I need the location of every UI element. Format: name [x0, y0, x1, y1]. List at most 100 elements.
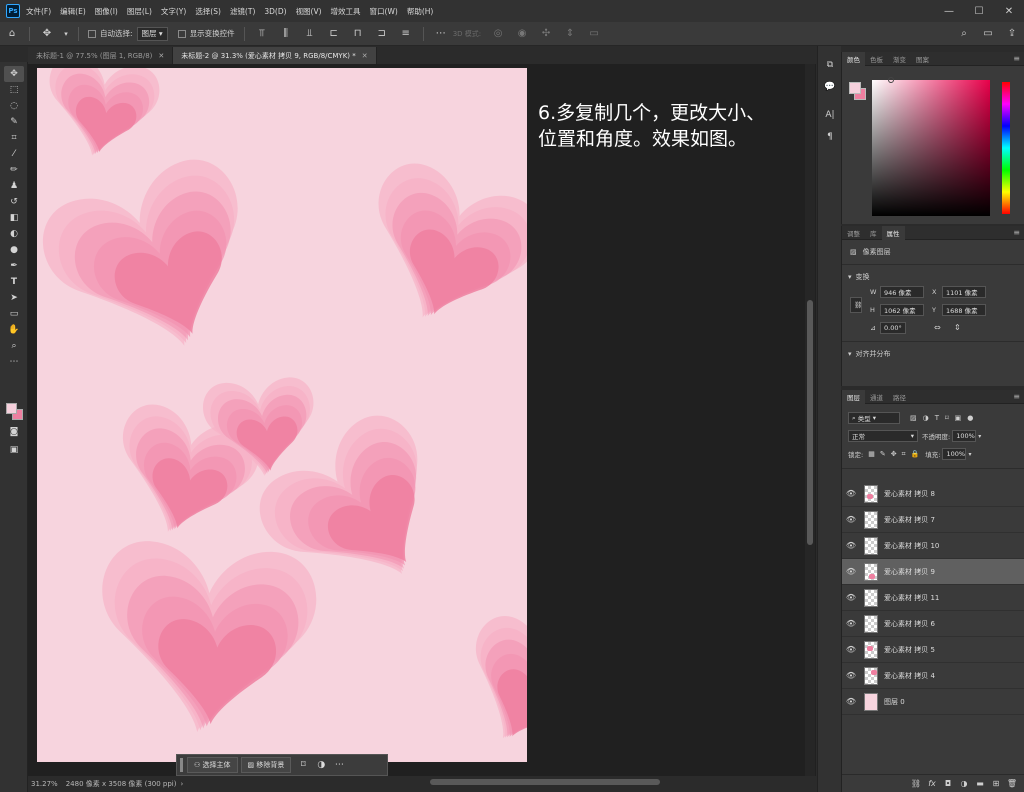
zoom-tool-icon[interactable]: ⌕ [4, 338, 24, 354]
color-picker-cursor[interactable] [888, 77, 894, 83]
camera-3d-icon[interactable]: ▭ [585, 25, 603, 43]
eraser-tool-icon[interactable]: ◧ [4, 210, 24, 226]
eye-icon[interactable]: 👁 [842, 515, 860, 524]
eye-icon[interactable]: 👁 [842, 619, 860, 628]
more-icon[interactable]: ⋯ [330, 760, 348, 770]
dodge-tool-icon[interactable]: ● [4, 242, 24, 258]
path-select-tool-icon[interactable]: ➤ [4, 290, 24, 306]
brush-tool-icon[interactable]: ✏ [4, 162, 24, 178]
orbit-3d-icon[interactable]: ◎ [489, 25, 507, 43]
transform-section[interactable]: ▾ 变换 [842, 269, 1024, 285]
color-picker-field[interactable] [872, 77, 990, 216]
chevron-down-icon[interactable]: ▾ [968, 451, 971, 458]
share-icon[interactable]: ⇪ [1003, 25, 1021, 43]
menu-help[interactable]: 帮助(H) [407, 6, 434, 17]
tab-paths[interactable]: 路径 [888, 390, 911, 404]
zoom-level[interactable]: 31.27% [31, 780, 58, 788]
align-center-icon[interactable]: ⊓ [349, 25, 367, 43]
character-icon[interactable]: A| [822, 110, 838, 126]
layer-row[interactable]: 👁 爱心素材 拷贝 7 [842, 507, 1024, 533]
tab-color[interactable]: 颜色 [842, 51, 865, 66]
trash-icon[interactable]: 🗑 [1005, 779, 1019, 788]
type-tool-icon[interactable]: T [4, 274, 24, 290]
hue-slider[interactable] [1002, 82, 1010, 214]
x-field[interactable]: 1101 像素 [942, 286, 986, 298]
menu-filter[interactable]: 滤镜(T) [230, 6, 255, 17]
more-tools-icon[interactable]: ⋯ [4, 354, 24, 370]
lock-artboard-icon[interactable]: ⌗ [902, 450, 906, 459]
layer-filter-dropdown[interactable]: ⌕ 类型 ▾ [848, 412, 900, 424]
close-icon[interactable]: ✕ [362, 52, 368, 60]
tab-gradients[interactable]: 渐变 [888, 52, 911, 66]
status-arrow-icon[interactable]: › [180, 780, 183, 788]
shape-tool-icon[interactable]: ▭ [4, 306, 24, 322]
quick-select-tool-icon[interactable]: ✎ [4, 114, 24, 130]
chevron-down-icon[interactable]: ▾ [978, 433, 981, 440]
tab-swatches[interactable]: 色板 [865, 52, 888, 66]
menu-3d[interactable]: 3D(D) [264, 7, 286, 16]
flip-vertical-icon[interactable]: ⇕ [954, 323, 961, 332]
filter-shape-icon[interactable]: ⌑ [945, 414, 949, 422]
menu-view[interactable]: 视图(V) [296, 6, 322, 17]
eye-icon[interactable]: 👁 [842, 567, 860, 576]
roll-3d-icon[interactable]: ◉ [513, 25, 531, 43]
adjustment-icon[interactable]: ◑ [312, 760, 330, 770]
angle-field[interactable]: 0.00° [880, 322, 906, 334]
workspace-icon[interactable]: ▭ [979, 25, 997, 43]
panel-menu-icon[interactable]: ≡ [1013, 392, 1020, 401]
menu-image[interactable]: 图像(I) [95, 6, 118, 17]
paragraph-icon[interactable]: ¶ [822, 132, 838, 148]
layer-row[interactable]: 👁 爱心素材 拷贝 4 [842, 663, 1024, 689]
layer-row[interactable]: 👁 爱心素材 拷贝 11 [842, 585, 1024, 611]
transform-icon[interactable]: ⌑ [294, 760, 312, 770]
stamp-tool-icon[interactable]: ♟ [4, 178, 24, 194]
width-field[interactable]: 946 像素 [880, 286, 924, 298]
fill-field[interactable]: 100% [942, 448, 967, 460]
marquee-tool-icon[interactable]: ⬚ [4, 82, 24, 98]
link-layers-icon[interactable]: ⛓ [909, 779, 923, 788]
tab-document-2[interactable]: 未标题-2 @ 31.3% (爱心素材 拷贝 9, RGB/8/CMYK) * … [173, 47, 377, 64]
layer-row[interactable]: 👁 爱心素材 拷贝 10 [842, 533, 1024, 559]
filter-type-icon[interactable]: T [935, 414, 939, 422]
layer-row[interactable]: 👁 图层 0 [842, 689, 1024, 715]
screen-mode-icon[interactable]: ▣ [4, 442, 24, 458]
move-tool-icon[interactable]: ✥ [38, 25, 56, 43]
tab-document-1[interactable]: 未标题-1 @ 77.5% (图层 1, RGB/8) ✕ [28, 47, 174, 64]
show-transform-checkbox[interactable] [177, 29, 186, 38]
crop-tool-icon[interactable]: ⌗ [4, 130, 24, 146]
auto-select-dropdown[interactable]: 图层 ▾ [136, 26, 168, 41]
gradient-tool-icon[interactable]: ◐ [4, 226, 24, 242]
pan-3d-icon[interactable]: ✣ [537, 25, 555, 43]
move-tool-icon[interactable]: ✥ [4, 66, 24, 82]
home-icon[interactable]: ⌂ [3, 25, 21, 43]
new-layer-icon[interactable]: ⊞ [989, 779, 1003, 788]
filter-pixel-icon[interactable]: ▨ [910, 414, 917, 422]
search-icon[interactable]: ⌕ [955, 25, 973, 43]
chevron-down-icon[interactable]: ▾ [62, 25, 70, 43]
lock-pixels-icon[interactable]: ✎ [880, 450, 886, 458]
lock-transparent-icon[interactable]: ▦ [868, 450, 875, 458]
vertical-scrollbar[interactable] [807, 300, 813, 545]
adjustment-layer-icon[interactable]: ◑ [957, 779, 971, 788]
horizontal-scrollbar[interactable] [430, 779, 660, 785]
eye-icon[interactable]: 👁 [842, 671, 860, 680]
more-options-icon[interactable]: ⋯ [432, 25, 450, 43]
drag-handle[interactable] [180, 758, 183, 772]
tab-channels[interactable]: 通道 [865, 390, 888, 404]
blend-mode-dropdown[interactable]: 正常 ▾ [848, 430, 918, 442]
color-fg-swatch[interactable] [849, 82, 861, 94]
filter-adjustment-icon[interactable]: ◑ [923, 414, 929, 422]
align-middle-icon[interactable]: ⫼ [277, 25, 295, 43]
align-top-icon[interactable]: ⫪ [253, 25, 271, 43]
filter-smart-icon[interactable]: ▣ [955, 414, 962, 422]
close-icon[interactable]: ✕ [158, 52, 164, 60]
panel-menu-icon[interactable]: ≡ [1013, 228, 1020, 237]
menu-layer[interactable]: 图层(L) [127, 6, 152, 17]
new-group-icon[interactable]: ▬ [973, 779, 987, 788]
distribute-icon[interactable]: ≡ [397, 25, 415, 43]
opacity-field[interactable]: 100% [952, 430, 977, 442]
minimize-button[interactable]: — [934, 0, 964, 22]
height-field[interactable]: 1062 像素 [880, 304, 924, 316]
align-section[interactable]: ▾ 对齐并分布 [842, 346, 1024, 362]
menu-file[interactable]: 文件(F) [26, 6, 51, 17]
